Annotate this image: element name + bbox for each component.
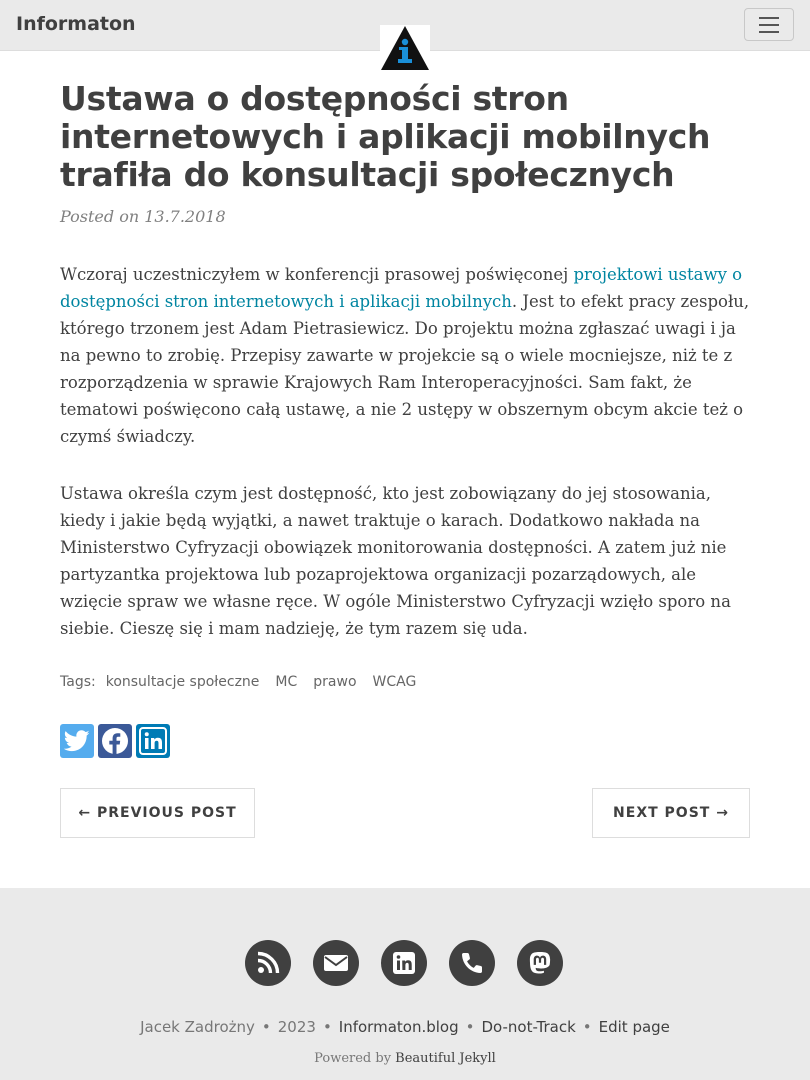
mastodon-icon bbox=[529, 952, 551, 974]
post-paragraph-1: Wczoraj uczestniczyłem w konferencji pra… bbox=[60, 261, 750, 450]
linkedin-icon bbox=[393, 952, 415, 974]
info-triangle-logo-icon bbox=[381, 26, 429, 70]
tag-prawo[interactable]: prawo bbox=[313, 674, 356, 690]
linkedin-link[interactable] bbox=[381, 940, 427, 986]
tag-wcag[interactable]: WCAG bbox=[373, 674, 417, 690]
paragraph-text: Wczoraj uczestniczyłem w konferencji pra… bbox=[60, 265, 574, 284]
footer-links: Jacek Zadrożny • 2023 • Informaton.blog • Do-n… bbox=[0, 1018, 810, 1036]
beautiful-jekyll-link[interactable]: Beautiful Jekyll bbox=[395, 1051, 496, 1066]
post-paragraph-2: Ustawa określa czym jest dostępność, kto… bbox=[60, 484, 731, 638]
hamburger-menu-button[interactable] bbox=[744, 8, 794, 41]
share-linkedin-button[interactable] bbox=[136, 724, 170, 758]
hamburger-menu-icon bbox=[759, 17, 779, 19]
hamburger-line bbox=[759, 31, 779, 33]
footer-separator: • bbox=[465, 1018, 475, 1036]
footer-author: Jacek Zadrożny bbox=[140, 1018, 255, 1036]
footer: Jacek Zadrożny • 2023 • Informaton.blog • Do-n… bbox=[0, 888, 810, 1080]
footer-site-link[interactable]: Informaton.blog bbox=[339, 1018, 459, 1036]
hamburger-line bbox=[759, 24, 779, 26]
footer-year: 2023 bbox=[277, 1018, 316, 1036]
footer-separator: • bbox=[582, 1018, 592, 1036]
rss-link[interactable] bbox=[245, 940, 291, 986]
footer-separator: • bbox=[322, 1018, 332, 1036]
phone-link[interactable] bbox=[449, 940, 495, 986]
next-post-button[interactable]: NEXT POST → bbox=[592, 788, 750, 838]
facebook-icon bbox=[102, 728, 128, 754]
footer-edit-page-link[interactable]: Edit page bbox=[599, 1018, 670, 1036]
mastodon-link[interactable] bbox=[517, 940, 563, 986]
rss-icon bbox=[257, 951, 280, 974]
footer-social-icons bbox=[245, 940, 563, 986]
footer-separator: • bbox=[261, 1018, 271, 1036]
phone-icon bbox=[462, 953, 482, 973]
email-icon bbox=[324, 955, 348, 971]
powered-by: Powered by Beautiful Jekyll bbox=[0, 1051, 810, 1066]
post-date: Posted on 13.7.2018 bbox=[60, 207, 226, 226]
footer-dnt-link[interactable]: Do-not-Track bbox=[481, 1018, 575, 1036]
powered-by-prefix: Powered by bbox=[314, 1051, 396, 1066]
paragraph-text: . Jest to efekt pracy zespołu, którego t… bbox=[60, 292, 750, 446]
avatar[interactable] bbox=[380, 25, 430, 71]
twitter-icon bbox=[64, 730, 90, 752]
page-title: Ustawa o dostępności stron internetowych… bbox=[60, 79, 711, 194]
tag-konsultacje[interactable]: konsultacje społeczne bbox=[106, 674, 260, 690]
linkedin-icon bbox=[139, 727, 167, 755]
share-facebook-button[interactable] bbox=[98, 724, 132, 758]
tag-mc[interactable]: MC bbox=[275, 674, 297, 690]
share-buttons bbox=[60, 724, 170, 758]
email-link[interactable] bbox=[313, 940, 359, 986]
tags-list: Tags: konsultacje społeczne MC prawo WCA… bbox=[60, 674, 416, 690]
brand-link[interactable]: Informaton bbox=[16, 13, 136, 35]
tags-label: Tags: bbox=[60, 674, 96, 690]
previous-post-button[interactable]: ← PREVIOUS POST bbox=[60, 788, 255, 838]
share-twitter-button[interactable] bbox=[60, 724, 94, 758]
